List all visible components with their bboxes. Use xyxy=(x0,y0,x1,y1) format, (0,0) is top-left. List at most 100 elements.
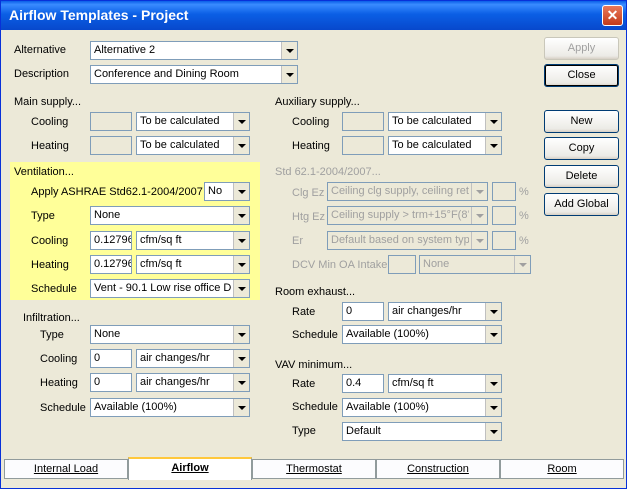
vav-type-select[interactable]: Default xyxy=(342,422,502,441)
chevron-down-icon[interactable] xyxy=(233,350,249,367)
tab-thermostat-label: Thermostat xyxy=(286,463,342,475)
infil-schedule-select[interactable]: Available (100%) xyxy=(90,398,250,417)
vav-rate-field[interactable]: 0.4 xyxy=(342,374,384,393)
vent-cooling-unit-select[interactable]: cfm/sq ft xyxy=(136,231,250,250)
window-title: Airflow Templates - Project xyxy=(9,7,189,23)
description-select[interactable]: Conference and Dining Room xyxy=(90,65,298,84)
infil-cooling-unit-select[interactable]: air changes/hr xyxy=(136,349,250,368)
vent-schedule-select[interactable]: Vent - 90.1 Low rise office DC xyxy=(90,279,250,298)
infil-cooling-field[interactable]: 0 xyxy=(90,349,132,368)
aux-heating-unit-select[interactable]: To be calculated xyxy=(388,136,502,155)
tab-room[interactable]: Room xyxy=(500,459,624,479)
vent-heating-unit: cfm/sq ft xyxy=(140,258,182,270)
aux-cooling-label: Cooling xyxy=(292,116,330,128)
description-label: Description xyxy=(14,68,70,80)
chevron-down-icon[interactable] xyxy=(233,256,249,273)
delete-button[interactable]: Delete xyxy=(544,165,619,188)
vent-heating-field[interactable]: 0.12796 xyxy=(90,255,132,274)
chevron-down-icon[interactable] xyxy=(281,42,297,59)
htg-ez-select[interactable]: Ceiling supply > trm+15°F(8°C) xyxy=(327,206,488,225)
er-label: Er xyxy=(292,235,303,247)
chevron-down-icon[interactable] xyxy=(233,374,249,391)
dcv-field[interactable] xyxy=(388,255,416,274)
chevron-down-icon[interactable] xyxy=(485,423,501,440)
vent-cooling-field[interactable]: 0.12796 xyxy=(90,231,132,250)
tab-internal-load[interactable]: Internal Load xyxy=(4,459,128,479)
chevron-down-icon[interactable] xyxy=(485,375,501,392)
chevron-down-icon[interactable] xyxy=(471,183,487,200)
main-heating-label: Heating xyxy=(31,140,69,152)
aux-cooling-unit: To be calculated xyxy=(392,115,472,127)
tab-airflow[interactable]: Airflow xyxy=(128,457,252,480)
main-heating-field[interactable] xyxy=(90,136,132,155)
vent-heating-unit-select[interactable]: cfm/sq ft xyxy=(136,255,250,274)
tab-construction[interactable]: Construction xyxy=(376,459,500,479)
vent-cooling-unit: cfm/sq ft xyxy=(140,234,182,246)
exhaust-schedule-select[interactable]: Available (100%) xyxy=(342,325,502,344)
infil-heating-field[interactable]: 0 xyxy=(90,373,132,392)
close-window-icon[interactable]: ✕ xyxy=(602,5,623,26)
chevron-down-icon[interactable] xyxy=(471,232,487,249)
chevron-down-icon[interactable] xyxy=(233,137,249,154)
aux-cooling-field[interactable] xyxy=(342,112,384,131)
htg-ez-label: Htg Ez xyxy=(292,211,326,223)
main-supply-title: Main supply... xyxy=(14,96,82,108)
infil-type-value: None xyxy=(94,328,121,340)
tab-thermostat[interactable]: Thermostat xyxy=(252,459,376,479)
copy-button[interactable]: Copy xyxy=(544,137,619,160)
exhaust-rate-unit-select[interactable]: air changes/hr xyxy=(388,302,502,321)
alternative-label: Alternative xyxy=(14,44,66,56)
chevron-down-icon[interactable] xyxy=(471,207,487,224)
vent-heating-label: Heating xyxy=(31,259,69,271)
clg-ez-select[interactable]: Ceiling clg supply, ceiling return xyxy=(327,182,488,201)
new-button[interactable]: New xyxy=(544,110,619,133)
chevron-down-icon[interactable] xyxy=(233,326,249,343)
close-button[interactable]: Close xyxy=(544,64,619,87)
infiltration-title: Infiltration... xyxy=(23,312,80,324)
vav-schedule-label: Schedule xyxy=(292,401,338,413)
main-cooling-unit: To be calculated xyxy=(140,115,220,127)
alternative-select[interactable]: Alternative 2 xyxy=(90,41,298,60)
chevron-down-icon[interactable] xyxy=(233,232,249,249)
aux-heating-field[interactable] xyxy=(342,136,384,155)
chevron-down-icon[interactable] xyxy=(233,280,249,297)
infil-heating-unit-select[interactable]: air changes/hr xyxy=(136,373,250,392)
chevron-down-icon[interactable] xyxy=(485,326,501,343)
chevron-down-icon[interactable] xyxy=(485,113,501,130)
vav-type-label: Type xyxy=(292,425,316,437)
chevron-down-icon[interactable] xyxy=(233,183,249,200)
infil-type-select[interactable]: None xyxy=(90,325,250,344)
vav-minimum-title: VAV minimum... xyxy=(275,359,353,371)
chevron-down-icon[interactable] xyxy=(514,256,530,273)
clg-ez-percent-field[interactable] xyxy=(492,182,516,201)
vent-cooling-label: Cooling xyxy=(31,235,69,247)
chevron-down-icon[interactable] xyxy=(485,137,501,154)
dcv-select[interactable]: None xyxy=(419,255,531,274)
main-heating-unit-select[interactable]: To be calculated xyxy=(136,136,250,155)
main-cooling-unit-select[interactable]: To be calculated xyxy=(136,112,250,131)
main-cooling-field[interactable] xyxy=(90,112,132,131)
aux-cooling-unit-select[interactable]: To be calculated xyxy=(388,112,502,131)
vent-type-value: None xyxy=(94,209,121,221)
clg-ez-label: Clg Ez xyxy=(292,187,325,199)
tab-room-label: Room xyxy=(547,463,577,475)
exhaust-rate-field[interactable]: 0 xyxy=(342,302,384,321)
apply-button[interactable]: Apply xyxy=(544,37,619,60)
vav-schedule-select[interactable]: Available (100%) xyxy=(342,398,502,417)
alternative-value: Alternative 2 xyxy=(94,44,156,56)
chevron-down-icon[interactable] xyxy=(485,399,501,416)
chevron-down-icon[interactable] xyxy=(233,399,249,416)
chevron-down-icon[interactable] xyxy=(233,207,249,224)
tab-construction-label: Construction xyxy=(407,463,469,475)
htg-ez-percent-field[interactable] xyxy=(492,206,516,225)
chevron-down-icon[interactable] xyxy=(233,113,249,130)
apply-ashrae-select[interactable]: No xyxy=(204,182,250,201)
er-select[interactable]: Default based on system type xyxy=(327,231,488,250)
vent-type-select[interactable]: None xyxy=(90,206,250,225)
chevron-down-icon[interactable] xyxy=(281,66,297,83)
er-percent-field[interactable] xyxy=(492,231,516,250)
vent-schedule-label: Schedule xyxy=(31,283,77,295)
vav-rate-unit-select[interactable]: cfm/sq ft xyxy=(388,374,502,393)
add-global-button[interactable]: Add Global xyxy=(544,193,619,216)
chevron-down-icon[interactable] xyxy=(485,303,501,320)
